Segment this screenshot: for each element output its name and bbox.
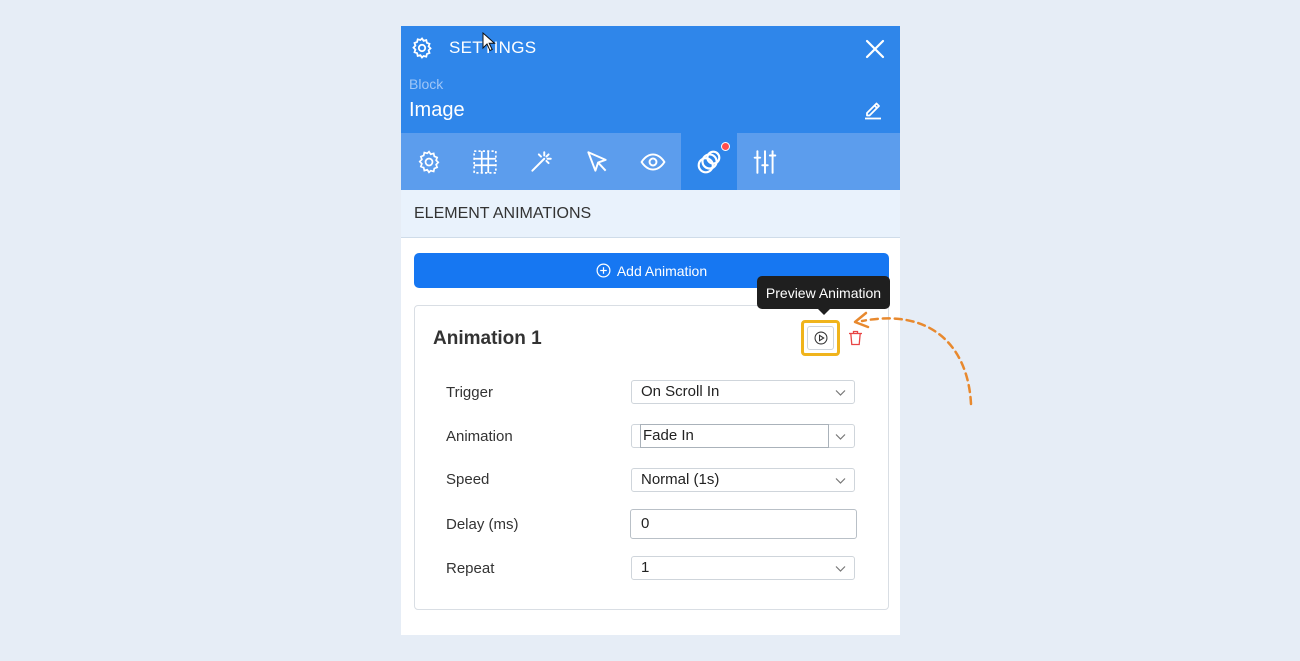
pointer-icon — [587, 150, 607, 172]
tab-interactions[interactable] — [569, 133, 625, 190]
speed-value: Normal (1s) — [641, 471, 720, 488]
block-label: Block — [409, 76, 444, 92]
settings-panel: SETTINGS Block Image ELEMENT ANIMATIONS … — [401, 26, 900, 635]
block-name: Image — [409, 99, 465, 121]
gear-icon — [418, 149, 440, 174]
mouse-cursor-icon — [482, 32, 496, 52]
delay-input[interactable]: 0 — [630, 509, 857, 539]
animation-search-input[interactable]: Fade In — [640, 424, 829, 448]
grid-spacing-icon — [473, 149, 497, 174]
repeat-label: Repeat — [446, 560, 495, 577]
section-title: ELEMENT ANIMATIONS — [414, 205, 592, 222]
delay-label: Delay (ms) — [446, 516, 519, 533]
animation-value: Fade In — [643, 427, 694, 444]
notification-badge — [721, 142, 730, 151]
sliders-icon — [753, 149, 777, 174]
repeat-select[interactable]: 1 — [631, 556, 855, 580]
tab-visibility[interactable] — [625, 133, 681, 190]
edit-icon[interactable] — [862, 98, 884, 120]
animation-rings-icon — [697, 150, 721, 173]
animation-title: Animation 1 — [433, 328, 542, 349]
repeat-value: 1 — [641, 559, 650, 576]
tab-advanced[interactable] — [737, 133, 793, 190]
annotation-arrow — [853, 311, 973, 406]
animation-label: Animation — [446, 428, 513, 445]
preview-highlight — [801, 320, 840, 356]
plus-circle-icon — [596, 263, 611, 278]
chevron-down-icon — [835, 566, 846, 572]
speed-label: Speed — [446, 471, 490, 488]
section-header: ELEMENT ANIMATIONS — [401, 190, 900, 238]
eye-icon — [640, 152, 666, 171]
chevron-down-icon — [835, 434, 846, 440]
close-icon[interactable] — [864, 38, 886, 60]
tab-animations[interactable] — [681, 133, 737, 190]
play-circle-icon — [814, 331, 827, 345]
tab-general[interactable] — [401, 133, 457, 190]
settings-tabs — [401, 133, 900, 190]
settings-header: SETTINGS Block Image — [401, 26, 900, 133]
tooltip-arrow — [818, 309, 830, 315]
tab-spacing[interactable] — [457, 133, 513, 190]
trigger-value: On Scroll In — [641, 383, 720, 400]
trigger-label: Trigger — [446, 384, 493, 401]
trigger-select[interactable]: On Scroll In — [631, 380, 855, 404]
add-animation-label: Add Animation — [616, 262, 708, 279]
animation-select[interactable]: Fade In — [631, 424, 855, 448]
tab-effects[interactable] — [513, 133, 569, 190]
chevron-down-icon — [835, 478, 846, 484]
animation-card: Animation 1 Trigger On Scroll In Animati… — [414, 305, 889, 610]
magic-wand-icon — [531, 150, 552, 172]
preview-animation-button[interactable] — [807, 326, 834, 350]
speed-select[interactable]: Normal (1s) — [631, 468, 855, 492]
gear-icon — [412, 37, 432, 59]
